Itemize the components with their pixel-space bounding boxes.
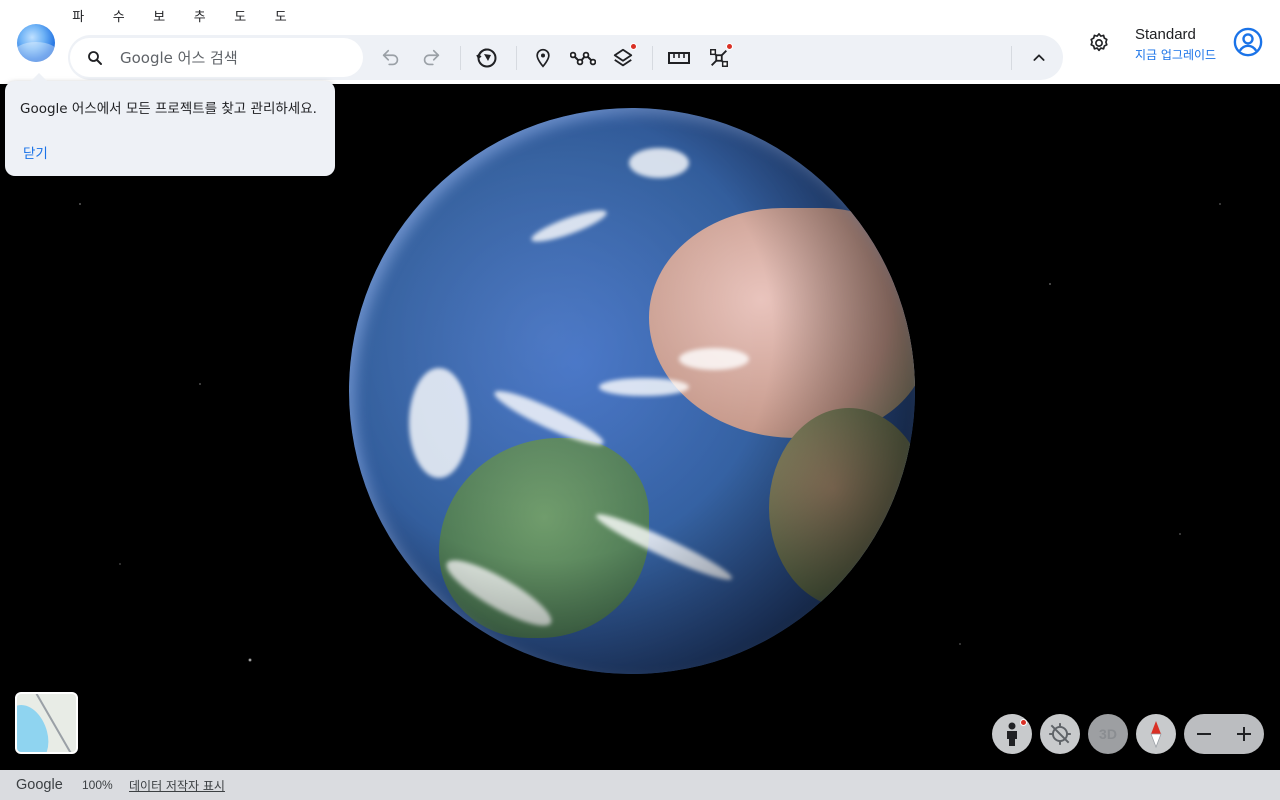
voyager-icon[interactable] bbox=[473, 44, 501, 72]
path-icon[interactable] bbox=[569, 44, 597, 72]
undo-icon[interactable] bbox=[377, 44, 405, 72]
pegman-icon[interactable] bbox=[992, 714, 1032, 754]
toolbar-divider bbox=[1011, 46, 1012, 70]
terminator-shade bbox=[349, 108, 915, 674]
google-earth-logo[interactable] bbox=[17, 24, 55, 62]
menu-item[interactable]: 수 bbox=[99, 6, 140, 26]
scale-readout: 100% bbox=[82, 778, 113, 792]
account-icon[interactable] bbox=[1232, 26, 1264, 58]
google-logo: Google bbox=[16, 777, 63, 793]
toolbar-divider bbox=[652, 46, 653, 70]
3d-label: 3D bbox=[1099, 726, 1117, 742]
compass-icon[interactable] bbox=[1136, 714, 1176, 754]
upgrade-link[interactable]: 지금 업그레이드 bbox=[1135, 46, 1216, 63]
notification-dot bbox=[726, 43, 733, 50]
plan-info: Standard 지금 업그레이드 bbox=[1135, 26, 1216, 63]
data-attribution-link[interactable]: 데이터 저작자 표시 bbox=[129, 777, 225, 794]
menu-item[interactable]: 파 bbox=[58, 6, 99, 26]
status-bar: Google 100% 데이터 저작자 표시 bbox=[0, 770, 1280, 800]
popover-close-button[interactable]: 닫기 bbox=[23, 142, 48, 162]
toolbar-divider bbox=[516, 46, 517, 70]
gear-icon[interactable] bbox=[1085, 29, 1113, 57]
redo-icon[interactable] bbox=[417, 44, 445, 72]
zoom-in-icon[interactable] bbox=[1224, 714, 1264, 754]
satellite-tool-icon[interactable] bbox=[705, 43, 733, 72]
search-input[interactable] bbox=[120, 48, 350, 67]
menu-item[interactable]: 추 bbox=[180, 6, 221, 26]
earth-globe[interactable] bbox=[349, 108, 915, 674]
ruler-icon[interactable] bbox=[665, 44, 693, 72]
chevron-up-icon[interactable] bbox=[1025, 44, 1053, 72]
top-app-bar: 파 수 보 추 도 도 Google 어스 검색 Standard 지금 업그레… bbox=[0, 0, 1280, 84]
menu-bar: 파 수 보 추 도 도 bbox=[58, 6, 301, 26]
3d-toggle-button[interactable]: 3D bbox=[1088, 714, 1128, 754]
menu-item[interactable]: 도 bbox=[220, 6, 261, 26]
menu-item[interactable]: 보 bbox=[139, 6, 180, 26]
popover-message: Google 어스에서 모든 프로젝트를 찾고 관리하세요. bbox=[20, 101, 317, 117]
projects-tip-popover: Google 어스에서 모든 프로젝트를 찾고 관리하세요. 닫기 bbox=[5, 73, 335, 176]
search-icon[interactable] bbox=[70, 49, 120, 67]
earth-viewport[interactable] bbox=[0, 84, 1280, 770]
place-pin-icon[interactable] bbox=[529, 44, 557, 72]
minimap-water bbox=[17, 699, 55, 752]
notification-dot bbox=[1020, 719, 1027, 726]
layers-icon[interactable] bbox=[609, 43, 637, 72]
menu-item[interactable]: 도 bbox=[261, 6, 302, 26]
search-box bbox=[70, 38, 363, 77]
zoom-control bbox=[1184, 714, 1264, 754]
toolbar-divider bbox=[460, 46, 461, 70]
zoom-out-icon[interactable] bbox=[1184, 714, 1224, 754]
reset-tilt-icon[interactable] bbox=[1040, 714, 1080, 754]
main-toolbar bbox=[68, 35, 1063, 80]
plan-name: Standard bbox=[1135, 26, 1196, 43]
minimap-thumbnail[interactable] bbox=[15, 692, 78, 754]
notification-dot bbox=[630, 43, 637, 50]
